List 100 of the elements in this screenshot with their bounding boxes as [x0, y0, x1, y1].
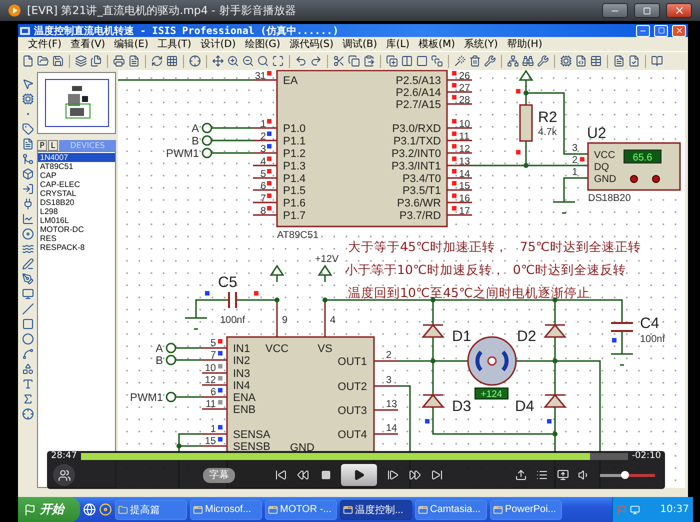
rewind-icon[interactable]	[297, 469, 309, 481]
taskbar-item[interactable]: Camtasia...	[415, 500, 487, 520]
wave-icon[interactable]	[22, 243, 34, 255]
redo-icon[interactable]	[310, 55, 322, 67]
book-icon[interactable]	[651, 55, 663, 67]
layers-icon[interactable]	[75, 55, 87, 67]
paste-icon[interactable]	[363, 55, 375, 67]
skip-back-icon[interactable]	[275, 469, 287, 481]
plug-icon[interactable]	[22, 198, 34, 210]
device-item[interactable]: AT89C51	[38, 162, 115, 171]
device-item[interactable]: L298	[38, 207, 115, 216]
crosshair-icon[interactable]	[189, 55, 201, 67]
zoom-in-icon[interactable]	[227, 55, 239, 67]
step-forward-icon[interactable]	[387, 469, 399, 481]
skip-forward-icon[interactable]	[431, 469, 443, 481]
circle-icon[interactable]	[22, 333, 34, 345]
merge-icon[interactable]	[22, 153, 34, 165]
menu-item[interactable]: 模板(M)	[418, 37, 455, 51]
square-icon[interactable]	[416, 55, 428, 67]
square-icon[interactable]	[22, 318, 34, 330]
menu-item[interactable]: 系统(Y)	[464, 37, 498, 51]
panel-tab[interactable]: L	[48, 140, 58, 151]
device-item[interactable]: CAP	[38, 171, 115, 180]
netlist-icon[interactable]	[507, 55, 519, 67]
taskbar-item[interactable]: 温度控制...	[340, 500, 412, 520]
save-icon[interactable]	[52, 55, 64, 67]
code-file-icon[interactable]	[575, 55, 587, 67]
play-button[interactable]	[341, 464, 377, 486]
globe-icon[interactable]	[83, 503, 96, 516]
cut-icon[interactable]	[333, 55, 345, 67]
undo-icon[interactable]	[295, 55, 307, 67]
shapes-icon[interactable]	[22, 363, 34, 375]
taskbar-item[interactable]: Microsof...	[190, 500, 262, 520]
menu-item[interactable]: 工具(T)	[157, 37, 192, 51]
crosshair-icon[interactable]	[22, 408, 34, 420]
menu-item[interactable]: 绘图(G)	[244, 37, 280, 51]
maximize-button[interactable]	[634, 3, 660, 18]
document-icon[interactable]	[613, 55, 625, 67]
close-button[interactable]	[666, 3, 692, 18]
minimize-button[interactable]	[602, 3, 628, 18]
device-item[interactable]: 1N4007	[38, 153, 115, 162]
document-icon[interactable]	[128, 55, 140, 67]
device-item[interactable]: RES	[38, 234, 115, 243]
menu-item[interactable]: 文件(F)	[28, 37, 62, 51]
search-icon[interactable]	[257, 55, 269, 67]
folder-icon[interactable]	[37, 55, 49, 67]
chip-icon[interactable]	[22, 93, 34, 105]
wrench-icon[interactable]	[484, 55, 496, 67]
text-icon[interactable]	[22, 378, 34, 390]
table-icon[interactable]	[590, 55, 602, 67]
stack-icon[interactable]	[431, 55, 443, 67]
box-icon[interactable]	[22, 168, 34, 180]
monitor-icon[interactable]	[22, 288, 34, 300]
binoculars-icon[interactable]	[522, 55, 534, 67]
grid-icon[interactable]	[166, 55, 178, 67]
menu-item[interactable]: 调试(B)	[342, 37, 378, 51]
users-button[interactable]	[53, 464, 75, 486]
device-item[interactable]: LM016L	[38, 216, 115, 225]
zoom-out-icon[interactable]	[242, 55, 254, 67]
start-button[interactable]: 开始	[18, 497, 80, 522]
print-icon[interactable]	[113, 55, 125, 67]
device-item[interactable]: CRYSTAL	[38, 189, 115, 198]
files-icon[interactable]	[90, 55, 102, 67]
device-item[interactable]: CAP-ELEC	[38, 180, 115, 189]
taskbar-item[interactable]: MOTOR -...	[265, 500, 337, 520]
disc-icon[interactable]	[22, 228, 34, 240]
trash-icon[interactable]	[469, 55, 481, 67]
device-item[interactable]: RESPACK-8	[38, 243, 115, 252]
stop-icon[interactable]	[321, 470, 331, 480]
monitor-icon[interactable]	[630, 504, 640, 514]
refresh-icon[interactable]	[151, 55, 163, 67]
move-icon[interactable]	[212, 55, 224, 67]
line-icon[interactable]	[22, 303, 34, 315]
menu-item[interactable]: 编辑(E)	[114, 37, 148, 51]
pointer-icon[interactable]	[22, 78, 34, 90]
columns-icon[interactable]	[401, 55, 413, 67]
taskbar-item[interactable]: PowerPoi...	[490, 500, 562, 520]
volume-thumb[interactable]	[620, 471, 629, 479]
volume-icon[interactable]	[578, 469, 590, 481]
screen-icon[interactable]	[557, 469, 569, 481]
arc-icon[interactable]	[22, 348, 34, 360]
fast-forward-icon[interactable]	[409, 469, 421, 481]
device-item[interactable]: DS18B20	[38, 198, 115, 207]
taskbar-item[interactable]: 提高篇	[115, 500, 187, 520]
zoom-fit-icon[interactable]	[272, 55, 284, 67]
menu-item[interactable]: 设计(D)	[200, 37, 236, 51]
block-copy-icon[interactable]	[386, 55, 398, 67]
new-file-icon[interactable]	[22, 55, 34, 67]
device-item[interactable]: MOTOR-DC	[38, 225, 115, 234]
menu-item[interactable]: 帮助(H)	[506, 37, 542, 51]
volume-track[interactable]	[600, 474, 655, 476]
wrench-icon[interactable]	[537, 55, 549, 67]
chart-icon[interactable]	[22, 213, 34, 225]
panel-tab[interactable]: P	[37, 140, 47, 151]
menu-item[interactable]: 库(L)	[386, 37, 410, 51]
sigma-icon[interactable]	[22, 393, 34, 405]
copy-icon[interactable]	[348, 55, 360, 67]
tag-icon[interactable]	[22, 123, 34, 135]
menu-item[interactable]: 查看(V)	[70, 37, 106, 51]
chip-icon[interactable]	[560, 55, 572, 67]
